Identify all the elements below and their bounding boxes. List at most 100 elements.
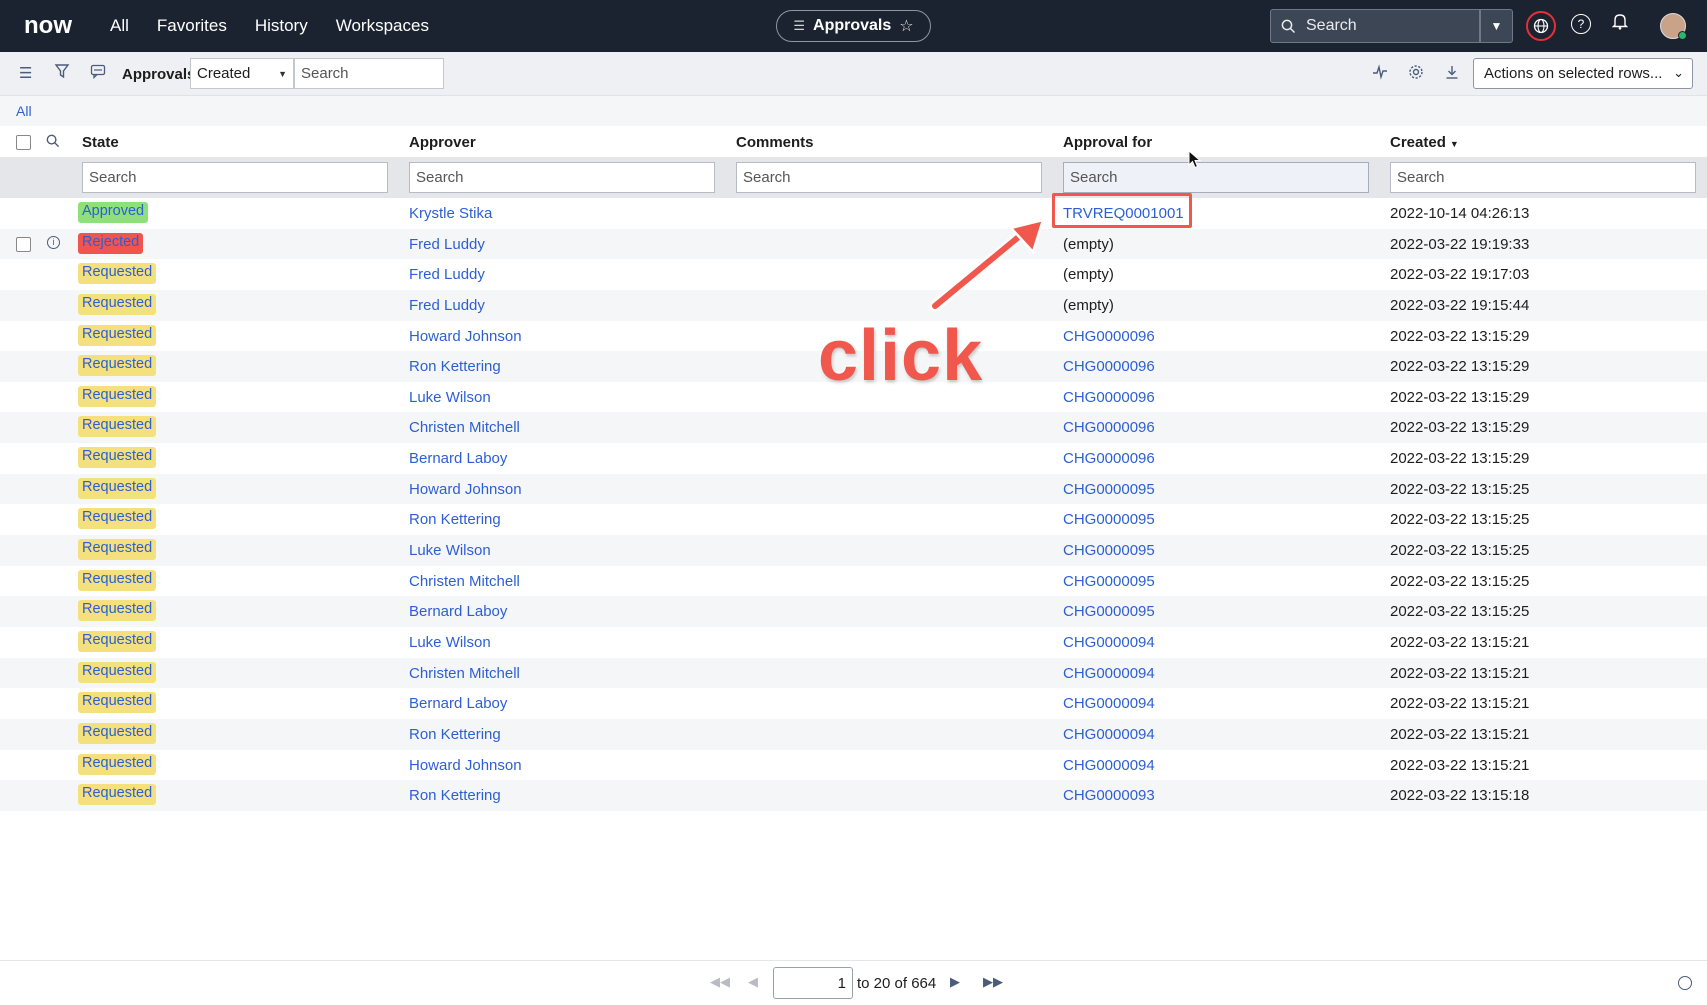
state-badge[interactable]: Requested: [78, 630, 157, 652]
table-row[interactable]: Requested Christen Mitchell CHG0000096 2022…: [0, 412, 1707, 444]
approver-link[interactable]: Christen Mitchell: [409, 665, 520, 682]
state-badge[interactable]: Requested: [78, 784, 157, 806]
state-badge[interactable]: Requested: [78, 324, 157, 346]
column-header-approval-for[interactable]: Approval for: [1063, 134, 1152, 151]
column-header-comments[interactable]: Comments: [736, 134, 814, 151]
approval-for-link[interactable]: CHG0000095: [1063, 481, 1155, 498]
select-all-checkbox[interactable]: [16, 135, 31, 150]
table-row[interactable]: Requested Bernard Laboy CHG0000094 2022-03-…: [0, 688, 1707, 719]
approval-for-link[interactable]: CHG0000094: [1063, 634, 1155, 651]
filter-created-input[interactable]: Search: [1390, 162, 1696, 193]
table-row[interactable]: Requested Ron Kettering CHG0000095 2022-03-…: [0, 504, 1707, 535]
state-badge[interactable]: Requested: [78, 539, 157, 561]
table-row[interactable]: Approved Krystle Stika TRVREQ0001001 2022-1…: [0, 198, 1707, 229]
download-icon[interactable]: [1444, 64, 1460, 84]
settings-gear-icon[interactable]: [1408, 64, 1424, 84]
table-row[interactable]: Requested Howard Johnson CHG0000094 2022-03…: [0, 750, 1707, 781]
next-page-icon[interactable]: ▶: [950, 974, 960, 990]
state-badge[interactable]: Approved: [78, 202, 149, 223]
state-badge[interactable]: Rejected: [78, 232, 144, 254]
approver-link[interactable]: Ron Kettering: [409, 511, 501, 528]
approval-for-link[interactable]: CHG0000095: [1063, 542, 1155, 559]
approval-for-link[interactable]: CHG0000096: [1063, 450, 1155, 467]
breadcrumb-all[interactable]: All: [16, 103, 32, 119]
global-search-input[interactable]: Search: [1270, 9, 1480, 43]
state-badge[interactable]: Requested: [78, 753, 157, 775]
approval-for-link[interactable]: CHG0000095: [1063, 603, 1155, 620]
approver-link[interactable]: Howard Johnson: [409, 328, 522, 345]
approval-for-link[interactable]: CHG0000096: [1063, 389, 1155, 406]
last-page-icon[interactable]: ▶▶: [983, 974, 1003, 990]
table-row[interactable]: Requested Howard Johnson CHG0000095 2022-03…: [0, 473, 1707, 505]
previous-page-icon[interactable]: ◀: [748, 974, 758, 990]
state-badge[interactable]: Requested: [78, 355, 157, 377]
search-column-icon[interactable]: [46, 134, 60, 152]
state-badge[interactable]: Requested: [78, 477, 157, 499]
approval-for-link[interactable]: CHG0000095: [1063, 573, 1155, 590]
state-badge[interactable]: Requested: [78, 447, 157, 469]
table-row[interactable]: Requested Fred Luddy (empty) 2022-03-22 19:…: [0, 259, 1707, 290]
approval-for-link[interactable]: CHG0000096: [1063, 358, 1155, 375]
column-header-created[interactable]: Created ▼: [1390, 134, 1459, 151]
approval-for-link[interactable]: CHG0000096: [1063, 419, 1155, 436]
approver-link[interactable]: Luke Wilson: [409, 389, 491, 406]
state-badge[interactable]: Requested: [78, 508, 157, 530]
app-title-pill[interactable]: ☰ Approvals ☆: [776, 10, 931, 42]
approver-link[interactable]: Christen Mitchell: [409, 573, 520, 590]
approver-link[interactable]: Howard Johnson: [409, 757, 522, 774]
nav-all[interactable]: All: [110, 16, 129, 36]
globe-icon[interactable]: [1526, 11, 1556, 41]
approval-for-link[interactable]: CHG0000094: [1063, 695, 1155, 712]
table-row[interactable]: Requested Luke Wilson CHG0000095 2022-03-22…: [0, 535, 1707, 566]
approver-link[interactable]: Christen Mitchell: [409, 419, 520, 436]
approver-link[interactable]: Howard Johnson: [409, 481, 522, 498]
state-badge[interactable]: Requested: [78, 722, 157, 744]
nav-history[interactable]: History: [255, 16, 308, 36]
filter-state-input[interactable]: Search: [82, 162, 388, 193]
user-avatar[interactable]: [1660, 13, 1687, 40]
state-badge[interactable]: Requested: [78, 263, 157, 285]
filter-comments-input[interactable]: Search: [736, 162, 1042, 193]
approver-link[interactable]: Krystle Stika: [409, 205, 492, 222]
approver-link[interactable]: Bernard Laboy: [409, 450, 507, 467]
approver-link[interactable]: Fred Luddy: [409, 236, 485, 253]
state-badge[interactable]: Requested: [78, 569, 157, 591]
table-row[interactable]: Requested Christen Mitchell CHG0000095 2022…: [0, 566, 1707, 597]
nav-favorites[interactable]: Favorites: [157, 16, 227, 36]
approver-link[interactable]: Fred Luddy: [409, 297, 485, 314]
state-badge[interactable]: Requested: [78, 416, 157, 438]
approver-link[interactable]: Bernard Laboy: [409, 603, 507, 620]
hamburger-menu-icon[interactable]: ☰: [19, 64, 32, 82]
first-page-icon[interactable]: ◀◀: [710, 974, 730, 990]
table-row[interactable]: Requested Luke Wilson CHG0000094 2022-03-22…: [0, 627, 1707, 658]
info-icon[interactable]: i: [47, 235, 60, 249]
approval-for-link[interactable]: CHG0000094: [1063, 726, 1155, 743]
filter-icon[interactable]: [54, 63, 70, 83]
approval-for-link[interactable]: CHG0000095: [1063, 511, 1155, 528]
row-checkbox[interactable]: [16, 236, 31, 252]
state-badge[interactable]: Requested: [78, 293, 157, 315]
column-header-state[interactable]: State: [82, 134, 119, 151]
actions-on-selected-rows-select[interactable]: Actions on selected rows... ⌄: [1473, 58, 1693, 89]
approval-for-link[interactable]: CHG0000094: [1063, 665, 1155, 682]
table-row[interactable]: i Rejected Fred Luddy (empty) 2022-03-22 19:…: [0, 228, 1707, 260]
approval-for-link[interactable]: CHG0000094: [1063, 757, 1155, 774]
state-badge[interactable]: Requested: [78, 692, 157, 714]
filter-approver-input[interactable]: Search: [409, 162, 715, 193]
search-scope-dropdown[interactable]: ▼: [1480, 9, 1513, 43]
activity-icon[interactable]: [1372, 64, 1388, 84]
search-field-select[interactable]: Created ▼: [190, 58, 294, 89]
comment-icon[interactable]: [90, 64, 106, 83]
column-header-approver[interactable]: Approver: [409, 134, 476, 151]
approval-for-link[interactable]: CHG0000093: [1063, 787, 1155, 804]
help-icon[interactable]: ?: [1571, 14, 1591, 34]
clock-icon[interactable]: [1678, 976, 1692, 990]
approver-link[interactable]: Bernard Laboy: [409, 695, 507, 712]
approver-link[interactable]: Fred Luddy: [409, 266, 485, 283]
table-row[interactable]: Requested Ron Kettering CHG0000094 2022-03-…: [0, 718, 1707, 750]
list-search-input[interactable]: Search: [294, 58, 444, 89]
table-row[interactable]: Requested Ron Kettering CHG0000093 2022-03-…: [0, 780, 1707, 811]
state-badge[interactable]: Requested: [78, 661, 157, 683]
approver-link[interactable]: Ron Kettering: [409, 726, 501, 743]
state-badge[interactable]: Requested: [78, 600, 157, 622]
